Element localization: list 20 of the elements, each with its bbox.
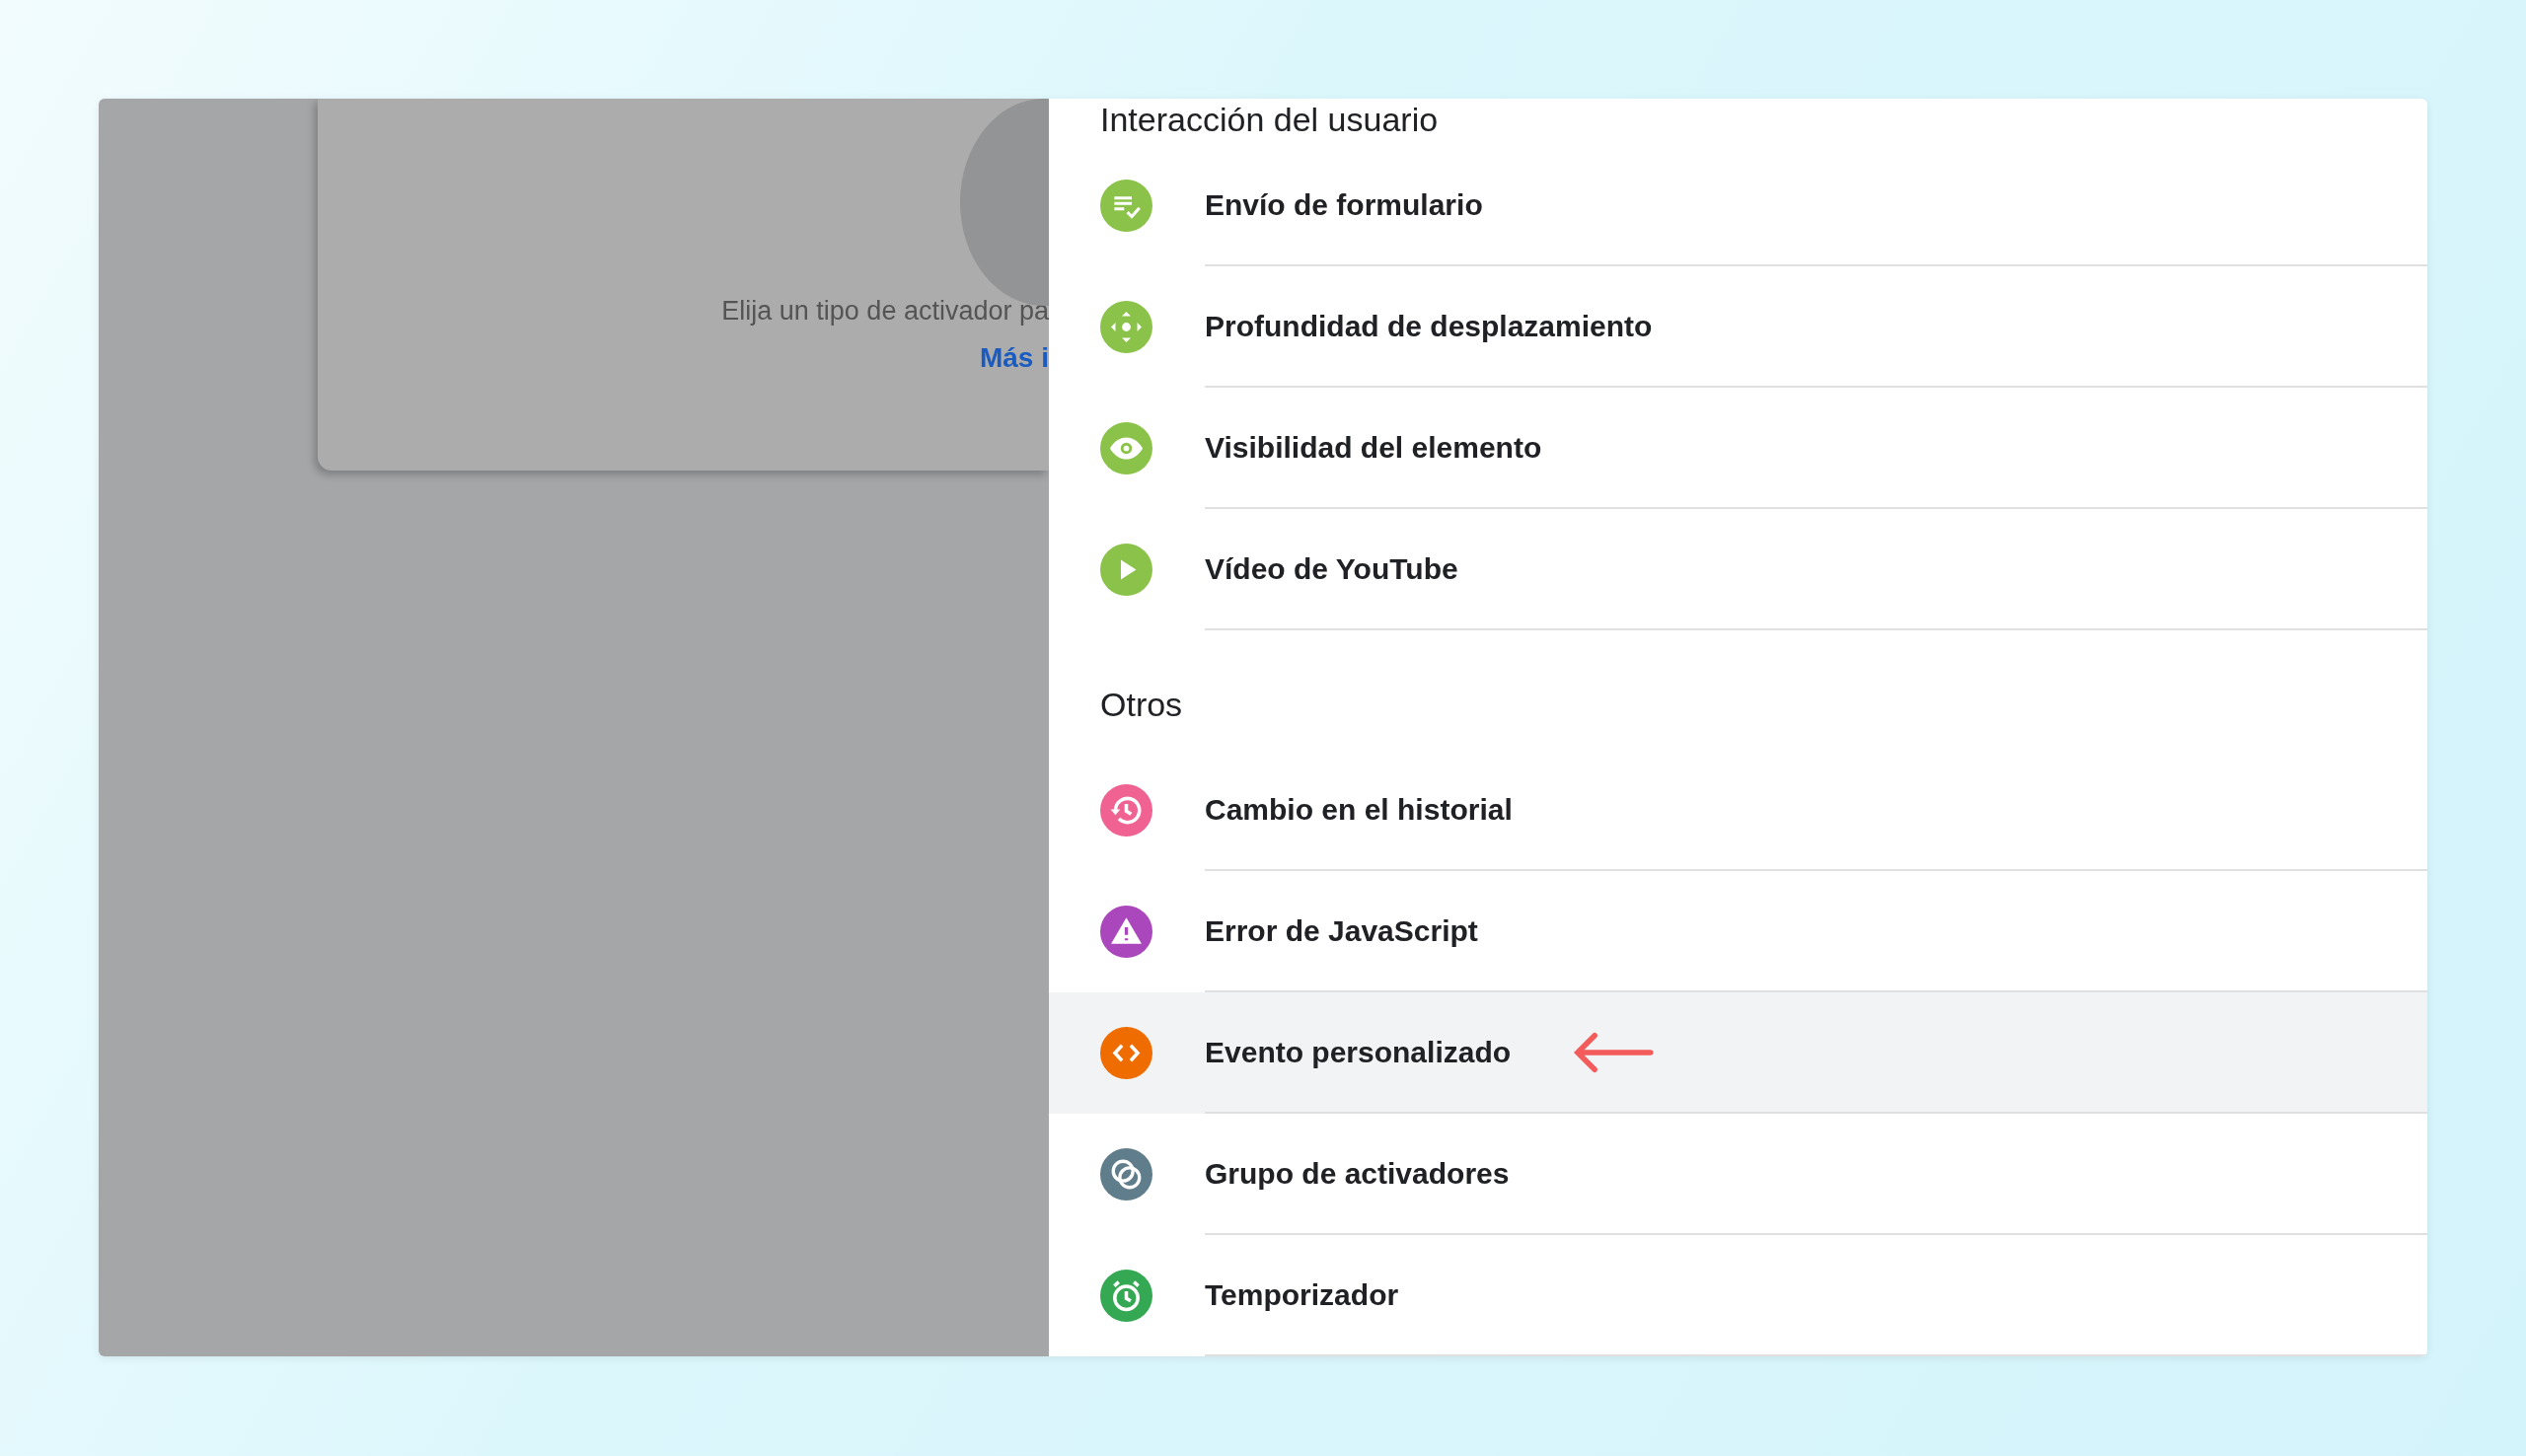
card-text: Elija un tipo de activador pa: [720, 296, 1049, 327]
item-label: Error de JavaScript: [1205, 913, 1478, 948]
item-label: Profundidad de desplazamiento: [1205, 309, 1653, 343]
item-label: Envío de formulario: [1205, 187, 1483, 222]
trigger-type-item[interactable]: Vídeo de YouTube: [1049, 509, 2427, 630]
trigger-type-item[interactable]: Profundidad de desplazamiento: [1049, 266, 2427, 388]
trigger-type-item[interactable]: Envío de formulario: [1049, 145, 2427, 266]
trigger-type-item[interactable]: Cambio en el historial: [1049, 750, 2427, 871]
item-label: Cambio en el historial: [1205, 792, 1513, 827]
section-heading: Interacción del usuario: [1099, 100, 1440, 140]
section-heading: Otros: [1099, 685, 1184, 725]
trigger-type-item[interactable]: Evento personalizado: [1049, 992, 2427, 1114]
item-label: Vídeo de YouTube: [1205, 551, 1458, 586]
item-label: Evento personalizado: [1205, 1035, 1512, 1069]
item-label: Temporizador: [1205, 1277, 1399, 1312]
trigger-type-item[interactable]: Visibilidad del elemento: [1049, 388, 2427, 509]
trigger-type-item[interactable]: Grupo de activadores: [1049, 1114, 2427, 1235]
item-label: Grupo de activadores: [1205, 1156, 1510, 1191]
item-label: Visibilidad del elemento: [1205, 430, 1542, 465]
trigger-type-item[interactable]: Temporizador: [1049, 1235, 2427, 1356]
